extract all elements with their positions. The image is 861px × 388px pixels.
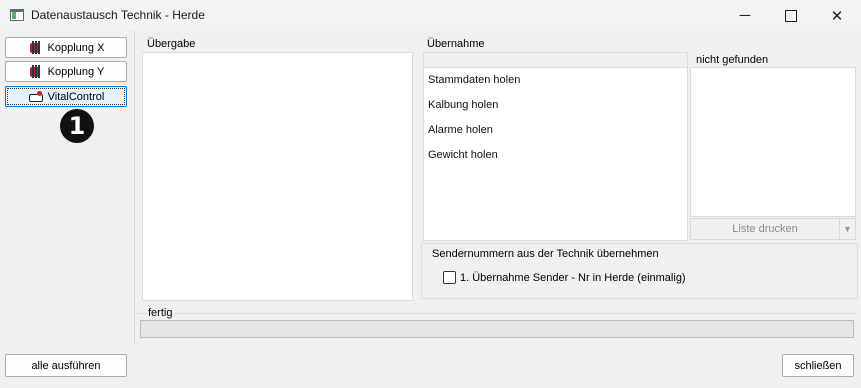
uebernahme-label: Übernahme [427, 38, 485, 50]
sidebar-item-label: Kopplung X [47, 41, 105, 54]
print-list-button[interactable]: Liste drucken ▼ [690, 218, 856, 240]
nicht-gefunden-label: nicht gefunden [696, 54, 769, 66]
close-button[interactable]: schließen [782, 354, 854, 377]
title-bar: Datenaustausch Technik - Herde ─ ✕ [0, 0, 861, 31]
minimize-button[interactable]: ─ [722, 0, 768, 31]
close-icon: ✕ [830, 7, 844, 25]
app-icon [10, 9, 24, 21]
uebergabe-list[interactable] [142, 52, 413, 301]
nicht-gefunden-list[interactable] [690, 67, 856, 217]
window-title: Datenaustausch Technik - Herde [31, 8, 205, 22]
sidebar-item-vitalcontrol[interactable]: VitalControl [5, 86, 127, 107]
list-item[interactable]: Kalbung holen [428, 99, 498, 111]
run-all-button[interactable]: alle ausführen [5, 354, 127, 377]
sidebar-item-label: Kopplung Y [47, 65, 105, 78]
maximize-icon [785, 9, 797, 22]
progress-bar [140, 320, 854, 338]
plug-icon [28, 64, 44, 79]
sender-checkbox[interactable] [443, 271, 456, 284]
dropdown-arrow-icon[interactable]: ▼ [839, 219, 855, 239]
sidebar-item-kopplung-x[interactable]: Kopplung X [5, 37, 127, 58]
uebergabe-label: Übergabe [147, 38, 196, 50]
close-label: schließen [794, 359, 842, 372]
status-label: fertig [146, 307, 175, 319]
cow-icon [28, 90, 44, 104]
print-list-label: Liste drucken [732, 223, 798, 235]
maximize-button[interactable] [768, 0, 814, 31]
list-item[interactable]: Gewicht holen [428, 149, 498, 161]
run-all-label: alle ausführen [31, 359, 101, 372]
sidebar-item-label: VitalControl [47, 90, 105, 103]
uebernahme-list-header [423, 52, 688, 67]
sender-checkbox-label[interactable]: 1. Übernahme Sender - Nr in Herde (einma… [460, 272, 686, 284]
list-item[interactable]: Stammdaten holen [428, 74, 520, 86]
sidebar-item-kopplung-y[interactable]: Kopplung Y [5, 61, 127, 82]
list-item[interactable]: Alarme holen [428, 124, 493, 136]
close-window-button[interactable]: ✕ [814, 0, 860, 31]
step-number-badge: 1 [60, 109, 94, 143]
sender-group-label: Sendernummern aus der Technik übernehmen [432, 248, 659, 260]
minimize-icon: ─ [739, 7, 751, 24]
plug-icon [28, 40, 44, 55]
